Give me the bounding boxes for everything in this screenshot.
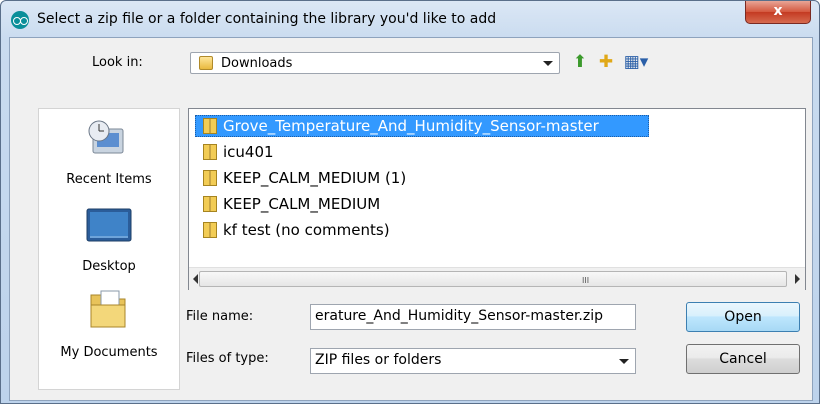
scroll-left-icon[interactable] <box>193 274 198 284</box>
files-of-type-label: Files of type: <box>186 351 269 366</box>
scrollbar-grip: III <box>582 276 590 285</box>
dialog-body: Look in: Downloads ⬆ ✚ ▦▾ Recent Items D… <box>9 37 813 401</box>
file-chooser-dialog: Select a zip file or a folder containing… <box>0 0 820 404</box>
file-name: kf test (no comments) <box>223 221 390 239</box>
zip-folder-icon <box>203 222 217 238</box>
file-list[interactable]: Grove_Temperature_And_Humidity_Sensor-ma… <box>188 108 806 290</box>
scrollbar-thumb[interactable]: III <box>199 271 787 287</box>
my-documents-icon <box>90 290 126 328</box>
window-title: Select a zip file or a folder containing… <box>37 11 497 27</box>
zip-folder-icon <box>203 118 217 134</box>
chevron-down-icon <box>543 61 553 66</box>
file-name-input[interactable]: erature_And_Humidity_Sensor-master.zip <box>310 304 636 330</box>
place-label: My Documents <box>60 345 158 360</box>
places-bar: Recent Items Desktop My Documents <box>38 108 180 390</box>
look-in-dropdown[interactable]: Downloads <box>190 52 560 74</box>
close-button[interactable]: x <box>745 1 811 24</box>
horizontal-scrollbar[interactable]: III <box>189 267 805 290</box>
new-folder-icon[interactable]: ✚ <box>596 52 616 72</box>
cancel-button[interactable]: Cancel <box>686 344 800 374</box>
up-folder-icon[interactable]: ⬆ <box>570 52 590 72</box>
files-of-type-dropdown[interactable]: ZIP files or folders <box>310 348 636 374</box>
zip-folder-icon <box>203 170 217 186</box>
scroll-right-icon[interactable] <box>795 274 800 284</box>
file-name: Grove_Temperature_And_Humidity_Sensor-ma… <box>223 117 599 135</box>
view-menu-icon[interactable]: ▦▾ <box>622 52 650 72</box>
folder-icon <box>199 56 213 70</box>
open-button[interactable]: Open <box>686 302 800 332</box>
place-my-documents[interactable]: My Documents <box>39 281 179 361</box>
recent-items-icon <box>88 120 124 154</box>
place-recent-items[interactable]: Recent Items <box>39 117 179 195</box>
place-label: Recent Items <box>66 172 152 187</box>
desktop-icon <box>86 208 132 242</box>
chevron-down-icon <box>619 359 629 364</box>
zip-folder-icon <box>203 196 217 212</box>
title-bar[interactable]: Select a zip file or a folder containing… <box>1 1 819 37</box>
files-of-type-value: ZIP files or folders <box>315 352 442 368</box>
place-desktop[interactable]: Desktop <box>39 199 179 275</box>
file-name: icu401 <box>223 143 274 161</box>
file-name: KEEP_CALM_MEDIUM <box>223 195 381 213</box>
place-label: Desktop <box>82 259 136 274</box>
look-in-label: Look in: <box>92 55 143 70</box>
look-in-value: Downloads <box>221 56 293 71</box>
zip-folder-icon <box>203 144 217 160</box>
file-name-label: File name: <box>186 309 254 324</box>
file-name: KEEP_CALM_MEDIUM (1) <box>223 169 407 187</box>
arduino-app-icon <box>11 11 29 29</box>
